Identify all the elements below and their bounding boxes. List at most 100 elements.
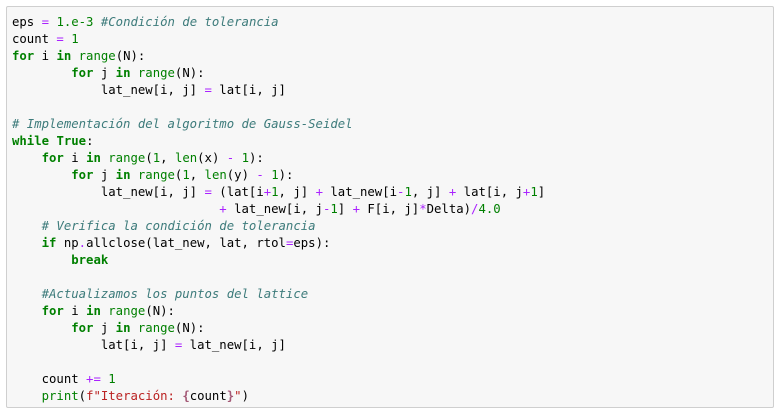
- text-token: j: [93, 321, 116, 335]
- builtin-token: print: [41, 389, 79, 403]
- builtin-token: range: [108, 304, 146, 318]
- builtin-token: range: [137, 66, 175, 80]
- text-token: allclose(lat_new, lat, rtol: [86, 236, 286, 250]
- number-token: 1: [182, 168, 190, 182]
- text-token: j: [93, 168, 116, 182]
- builtin-token: range: [137, 168, 175, 182]
- code-line: while True:: [12, 133, 773, 150]
- code-line: count = 1: [12, 31, 773, 48]
- keyword-token: True: [56, 134, 87, 148]
- interpolation-token: {: [182, 389, 190, 403]
- string-token: f"Iteración:: [86, 389, 183, 403]
- text-token: ]: [337, 202, 353, 216]
- code-line: eps = 1.e-3 #Condición de tolerancia: [12, 14, 773, 31]
- keyword-token: for: [12, 49, 35, 63]
- text-token: lat[i, j]: [211, 83, 286, 97]
- code-line: print(f"Iteración: {count}"): [12, 388, 773, 405]
- text-token: i: [63, 151, 87, 165]
- code-line: + lat_new[i, j-1] + F[i, j]*Delta)/4.0: [12, 201, 773, 218]
- builtin-token: len: [204, 168, 227, 182]
- code-line: for j in range(1, len(y) - 1):: [12, 167, 773, 184]
- text-token: j: [93, 66, 116, 80]
- code-line: # Implementación del algoritmo de Gauss-…: [12, 116, 773, 133]
- text-token: lat_new[i, j]: [12, 185, 205, 199]
- text-token: (N):: [174, 321, 205, 335]
- operator-token: +: [315, 185, 323, 199]
- code-line: #Actualizamos los puntos del lattice: [12, 286, 773, 303]
- builtin-token: len: [174, 151, 198, 165]
- comment-token: #Actualizamos los puntos del lattice: [41, 287, 309, 301]
- number-token: 1.e-3: [56, 15, 94, 29]
- code-line: count += 1: [12, 371, 773, 388]
- text-token: (y): [226, 168, 257, 182]
- text-token: Delta): [426, 202, 472, 216]
- code-editor[interactable]: eps = 1.e-3 #Condición de tolerancia coun…: [7, 7, 773, 405]
- operator-token: +=: [86, 372, 101, 386]
- keyword-token: in: [86, 151, 101, 165]
- builtin-token: range: [137, 321, 175, 335]
- keyword-token: in: [115, 321, 131, 335]
- number-token: 4.0: [478, 202, 501, 216]
- text-token: lat_new[i, j: [226, 202, 323, 216]
- operator-token: *: [419, 202, 427, 216]
- code-line: for i in range(N):: [12, 303, 773, 320]
- operator-token: =: [41, 15, 50, 29]
- keyword-token: in: [115, 66, 131, 80]
- text-token: lat[i, j]: [12, 338, 175, 352]
- text-token: ): [241, 389, 249, 403]
- code-line: if np.allclose(lat_new, lat, rtol=eps):: [12, 235, 773, 252]
- keyword-token: in: [115, 168, 131, 182]
- text-token: np: [56, 236, 79, 250]
- builtin-token: range: [108, 151, 146, 165]
- text-token: (x): [197, 151, 227, 165]
- number-token: 1: [108, 372, 116, 386]
- operator-token: =: [204, 185, 212, 199]
- text-token: (N):: [145, 304, 175, 318]
- text-token: , j]: [411, 185, 449, 199]
- code-line: lat_new[i, j] = (lat[i+1, j] + lat_new[i…: [12, 184, 773, 201]
- operator-token: =: [204, 83, 212, 97]
- text-token: lat_new[i: [322, 185, 398, 199]
- keyword-token: if: [41, 236, 57, 250]
- number-token: 1: [71, 32, 79, 46]
- code-line: for j in range(N):: [12, 65, 773, 82]
- keyword-token: while: [12, 134, 50, 148]
- keyword-token: in: [86, 304, 101, 318]
- text-token: (: [145, 151, 153, 165]
- operator-token: +: [352, 202, 360, 216]
- number-token: 1: [404, 185, 412, 199]
- code-line: lat[i, j] = lat_new[i, j]: [12, 337, 773, 354]
- text-token: ]: [537, 185, 546, 199]
- comment-token: # Implementación del algoritmo de Gauss-…: [12, 117, 353, 131]
- code-line: for i in range(1, len(x) - 1):: [12, 150, 773, 167]
- text-token: F[i, j]: [359, 202, 420, 216]
- builtin-token: range: [78, 49, 116, 63]
- operator-token: +: [219, 202, 227, 216]
- text-token: , j]: [278, 185, 316, 199]
- text-token: count: [12, 32, 57, 46]
- text-token: (N):: [115, 49, 146, 63]
- operator-token: .: [78, 236, 87, 250]
- text-token: (lat[i: [211, 185, 264, 199]
- code-line: break: [12, 252, 773, 269]
- code-cell[interactable]: eps = 1.e-3 #Condición de tolerancia coun…: [6, 6, 774, 408]
- text-token: i: [63, 304, 87, 318]
- operator-token: -: [256, 168, 264, 182]
- keyword-token: for: [41, 151, 64, 165]
- keyword-token: for: [71, 168, 94, 182]
- keyword-token: for: [71, 321, 94, 335]
- text-token: lat_new[i, j]: [12, 83, 205, 97]
